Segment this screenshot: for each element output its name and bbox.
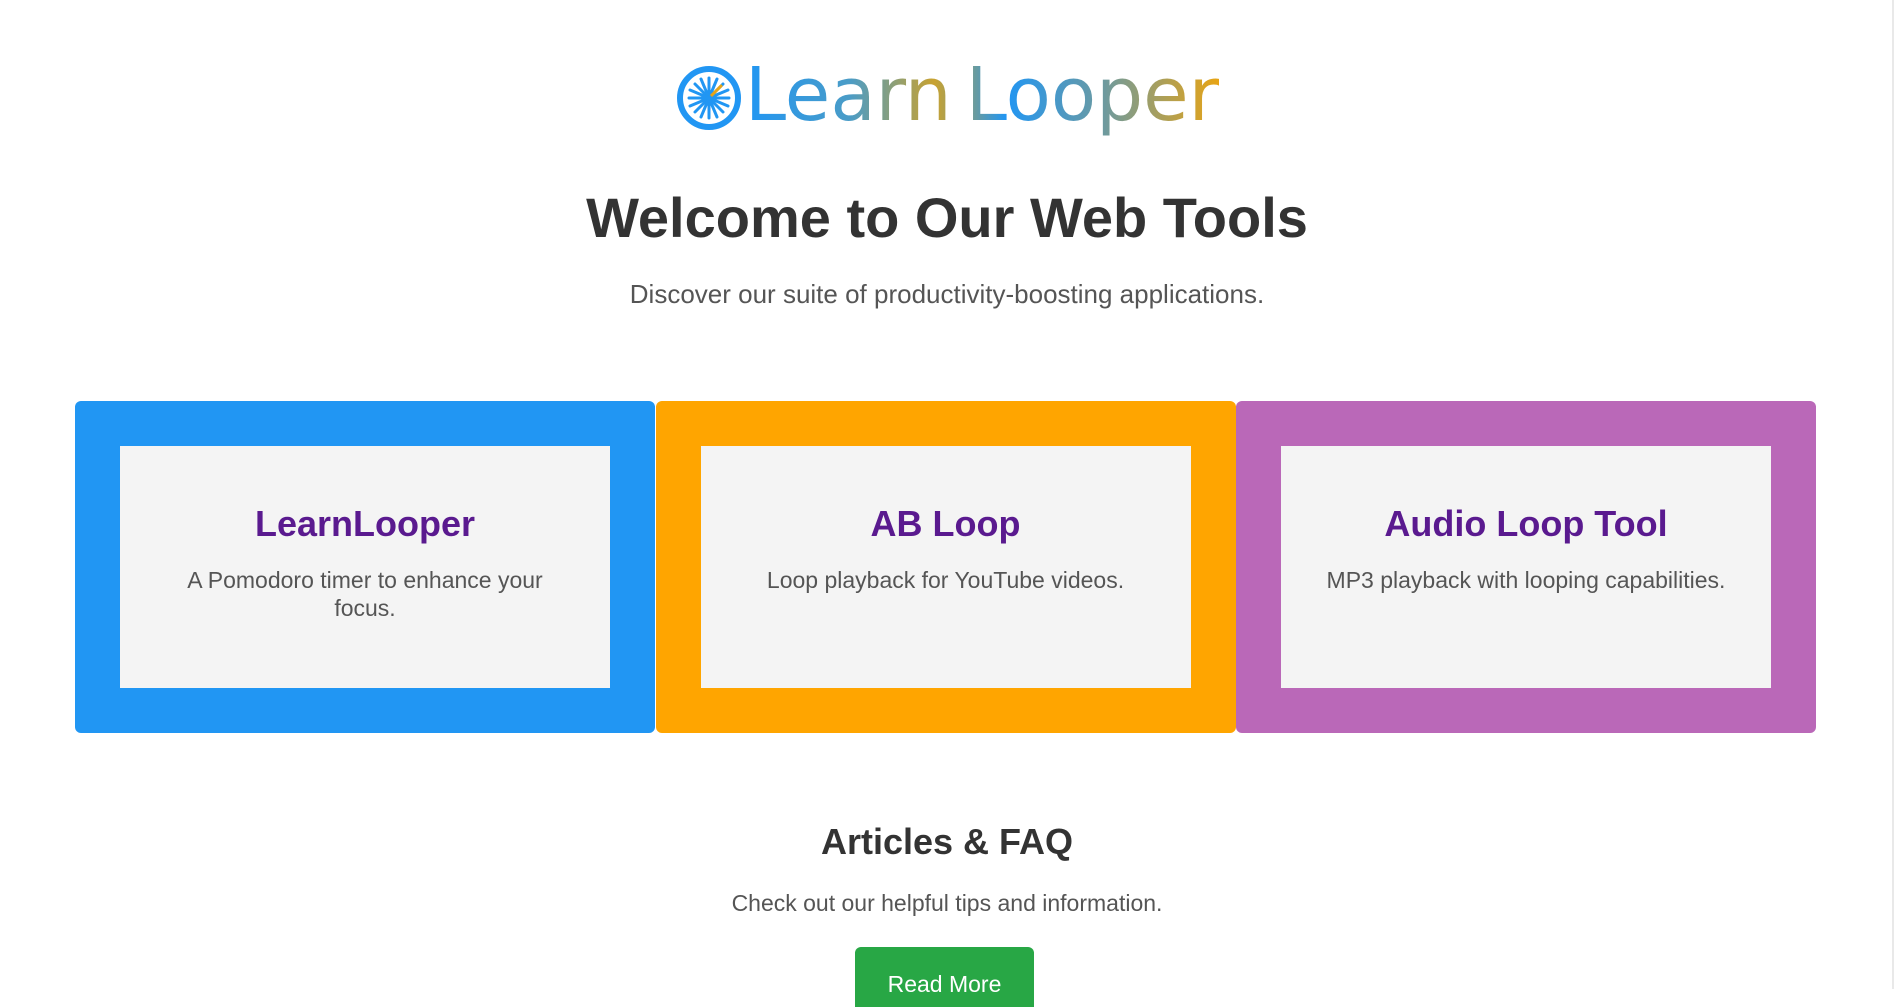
logo-word-looper: Looper: [965, 52, 1220, 138]
tool-description: A Pomodoro timer to enhance your focus.: [187, 567, 543, 621]
site-header: Learn Looper: [0, 50, 1894, 140]
tool-card-body: AB Loop Loop playback for YouTube videos…: [700, 446, 1191, 688]
articles-title: Articles & FAQ: [820, 821, 1074, 862]
sunburst-loop-icon: [676, 66, 741, 130]
logo-word-learn: Learn: [744, 52, 952, 138]
hero-title: Welcome to Our Web Tools: [586, 186, 1308, 249]
tools-grid: LearnLooper A Pomodoro timer to enhance …: [75, 401, 1816, 733]
read-more-button[interactable]: Read More: [855, 947, 1034, 1007]
tool-title[interactable]: LearnLooper: [255, 502, 475, 546]
tool-card-audio-loop-tool[interactable]: Audio Loop Tool MP3 playback with loopin…: [1236, 401, 1816, 733]
tool-title[interactable]: AB Loop: [871, 502, 1021, 546]
tool-description: Loop playback for YouTube videos.: [766, 567, 1125, 593]
tool-card-learnlooper[interactable]: LearnLooper A Pomodoro timer to enhance …: [75, 401, 655, 733]
logo-wordmark: Learn Looper: [745, 50, 1219, 140]
tool-card-ab-loop[interactable]: AB Loop Loop playback for YouTube videos…: [655, 401, 1236, 733]
tool-description: MP3 playback with looping capabilities.: [1326, 567, 1726, 593]
tool-card-body: Audio Loop Tool MP3 playback with loopin…: [1281, 446, 1771, 688]
tool-title[interactable]: Audio Loop Tool: [1384, 502, 1667, 546]
page: Learn Looper Welcome to Our Web Tools Dis…: [0, 0, 1894, 1007]
site-logo[interactable]: Learn Looper: [675, 50, 1219, 140]
tool-card-body: LearnLooper A Pomodoro timer to enhance …: [120, 446, 610, 688]
articles-subtitle: Check out our helpful tips and informati…: [731, 890, 1163, 916]
hero-subtitle: Discover our suite of productivity-boost…: [629, 279, 1265, 309]
